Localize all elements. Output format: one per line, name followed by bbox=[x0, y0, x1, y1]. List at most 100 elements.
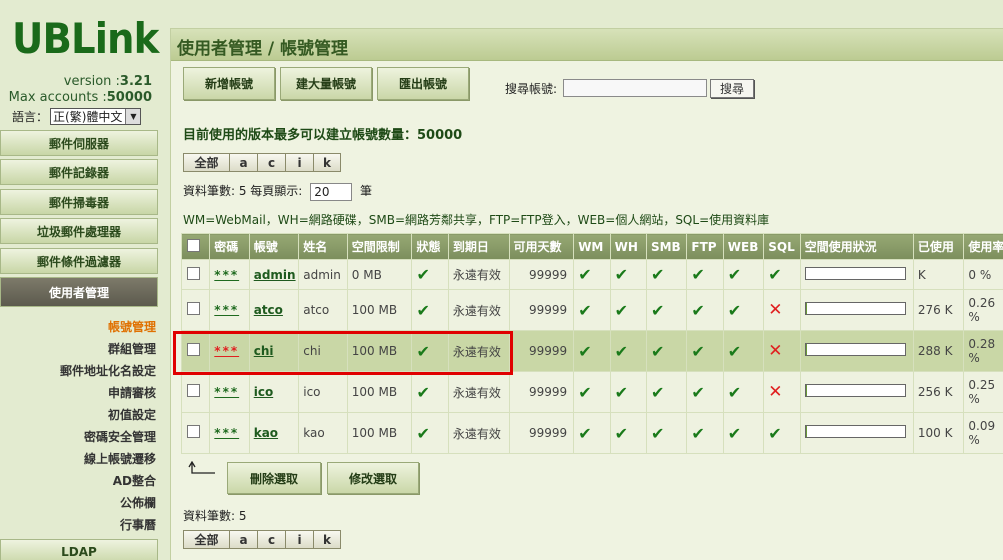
status-cell: ✔ bbox=[411, 371, 449, 413]
submenu-ad-integration[interactable]: AD整合 bbox=[6, 472, 156, 489]
language-label: 語言： bbox=[12, 110, 49, 124]
menu-mail-logger[interactable]: 郵件記錄器 bbox=[0, 159, 158, 185]
language-select[interactable]: 正(繁)體中文 ▼ bbox=[50, 108, 142, 125]
check-icon: ✔ bbox=[416, 265, 430, 284]
web-cell: ✔ bbox=[722, 259, 765, 290]
filter-k[interactable]: k bbox=[314, 154, 340, 171]
expire-cell: 永遠有效 bbox=[447, 289, 510, 331]
filter-a[interactable]: a bbox=[230, 154, 258, 171]
rate-cell: 0.25 % bbox=[963, 371, 1003, 413]
col-quota: 空間限制 bbox=[346, 233, 413, 260]
submenu-password-security[interactable]: 密碼安全管理 bbox=[6, 428, 156, 445]
col-select bbox=[180, 233, 211, 260]
row-checkbox[interactable] bbox=[187, 302, 200, 315]
submenu-group-management[interactable]: 群組管理 bbox=[6, 340, 156, 357]
check-icon: ✔ bbox=[614, 423, 628, 443]
select-all-checkbox[interactable] bbox=[187, 238, 200, 252]
col-smb: SMB bbox=[645, 233, 688, 260]
search-button[interactable]: 搜尋 bbox=[710, 79, 754, 98]
filter-k[interactable]: k bbox=[314, 531, 340, 548]
records-row: 資料筆數: 5 每頁顯示: 20 筆 bbox=[183, 182, 372, 201]
row-checkbox[interactable] bbox=[187, 266, 200, 280]
per-page-input[interactable]: 20 bbox=[310, 182, 353, 201]
account-link[interactable]: atco bbox=[254, 303, 283, 317]
days-cell: 99999 bbox=[508, 289, 575, 331]
name-cell: admin bbox=[298, 259, 348, 290]
check-icon: ✔ bbox=[416, 341, 430, 361]
col-password: 密碼 bbox=[209, 233, 250, 260]
submenu-online-migration[interactable]: 線上帳號遷移 bbox=[6, 450, 156, 467]
menu-ldap[interactable]: LDAP bbox=[0, 539, 158, 560]
filter-c[interactable]: c bbox=[258, 531, 286, 548]
wm-cell: ✔ bbox=[573, 289, 611, 331]
submenu-application-review[interactable]: 申請審核 bbox=[6, 384, 156, 401]
check-icon: ✔ bbox=[578, 265, 592, 284]
check-icon: ✔ bbox=[578, 341, 592, 361]
usage-cell bbox=[799, 330, 914, 372]
col-sql: SQL bbox=[763, 233, 801, 260]
account-link[interactable]: ico bbox=[254, 385, 273, 399]
bulk-create-button[interactable]: 建大量帳號 bbox=[280, 67, 372, 100]
submenu-default-settings[interactable]: 初值設定 bbox=[6, 406, 156, 423]
menu-mail-filter[interactable]: 郵件條件過濾器 bbox=[0, 248, 158, 274]
account-link[interactable]: admin bbox=[254, 268, 296, 282]
filter-i[interactable]: i bbox=[286, 154, 314, 171]
table-row: *** admin admin 0 MB ✔ 永遠有效 99999 ✔ ✔ ✔ … bbox=[180, 259, 1003, 290]
col-expire: 到期日 bbox=[447, 233, 510, 260]
add-account-button[interactable]: 新增帳號 bbox=[183, 67, 275, 100]
table-body: *** admin admin 0 MB ✔ 永遠有效 99999 ✔ ✔ ✔ … bbox=[180, 259, 1003, 454]
submenu-mail-alias[interactable]: 郵件地址化名設定 bbox=[6, 362, 156, 379]
quota-cell: 100 MB bbox=[346, 330, 413, 372]
smb-cell: ✔ bbox=[645, 371, 688, 413]
export-accounts-button[interactable]: 匯出帳號 bbox=[377, 67, 469, 100]
search-input[interactable] bbox=[563, 79, 707, 97]
row-checkbox[interactable] bbox=[187, 425, 200, 438]
row-checkbox[interactable] bbox=[187, 384, 200, 397]
smb-cell: ✔ bbox=[645, 412, 688, 454]
version-info: version :3.21 Max accounts :50000 bbox=[9, 74, 152, 106]
title-bar: 使用者管理 / 帳號管理 bbox=[171, 29, 1003, 61]
letter-filter-top: 全部 a c i k bbox=[183, 153, 341, 172]
sql-cell: ✕ bbox=[763, 330, 801, 372]
account-link[interactable]: chi bbox=[254, 344, 274, 358]
modify-selected-button[interactable]: 修改選取 bbox=[327, 462, 419, 494]
quota-cell: 0 MB bbox=[346, 259, 413, 290]
password-link[interactable]: *** bbox=[214, 344, 239, 358]
version-label: version : bbox=[63, 74, 120, 89]
status-cell: ✔ bbox=[411, 289, 449, 331]
row-select-cell bbox=[180, 289, 211, 331]
col-wh: WH bbox=[609, 233, 647, 260]
delete-selected-button[interactable]: 刪除選取 bbox=[227, 462, 321, 494]
days-cell: 99999 bbox=[508, 412, 575, 454]
menu-spam-processor[interactable]: 垃圾郵件處理器 bbox=[0, 218, 158, 244]
filter-c[interactable]: c bbox=[258, 154, 286, 171]
table-row-highlighted: *** chi chi 100 MB ✔ 永遠有效 99999 ✔ ✔ ✔ ✔ … bbox=[180, 330, 1003, 372]
filter-all[interactable]: 全部 bbox=[184, 154, 230, 171]
filter-all[interactable]: 全部 bbox=[184, 531, 230, 548]
name-cell: chi bbox=[298, 330, 348, 372]
password-link[interactable]: *** bbox=[214, 426, 239, 440]
max-accounts-info: 目前使用的版本最多可以建立帳號數量：50000 bbox=[183, 128, 463, 143]
menu-mail-antivirus[interactable]: 郵件掃毒器 bbox=[0, 189, 158, 215]
password-link[interactable]: *** bbox=[214, 303, 239, 317]
password-link[interactable]: *** bbox=[214, 385, 239, 399]
filter-i[interactable]: i bbox=[286, 531, 314, 548]
menu-mail-server[interactable]: 郵件伺服器 bbox=[0, 130, 158, 156]
submenu-bulletin[interactable]: 公佈欄 bbox=[6, 494, 156, 511]
submenu-calendar[interactable]: 行事曆 bbox=[6, 516, 156, 533]
max-accounts-label: Max accounts : bbox=[8, 90, 107, 105]
password-link[interactable]: *** bbox=[214, 268, 239, 282]
col-usage: 空間使用狀況 bbox=[799, 233, 914, 260]
filter-a[interactable]: a bbox=[230, 531, 258, 548]
row-checkbox[interactable] bbox=[187, 343, 200, 356]
submenu-account-management[interactable]: 帳號管理 bbox=[6, 318, 156, 335]
check-icon: ✔ bbox=[691, 382, 705, 402]
account-link[interactable]: kao bbox=[254, 426, 278, 440]
usage-bar bbox=[804, 343, 906, 356]
expire-cell: 永遠有效 bbox=[447, 259, 510, 290]
sidebar: UBLink version :3.21 Max accounts :50000… bbox=[0, 0, 160, 560]
col-web: WEB bbox=[722, 233, 765, 260]
status-cell: ✔ bbox=[411, 259, 449, 290]
wh-cell: ✔ bbox=[609, 289, 647, 331]
menu-user-management[interactable]: 使用者管理 bbox=[0, 277, 158, 307]
